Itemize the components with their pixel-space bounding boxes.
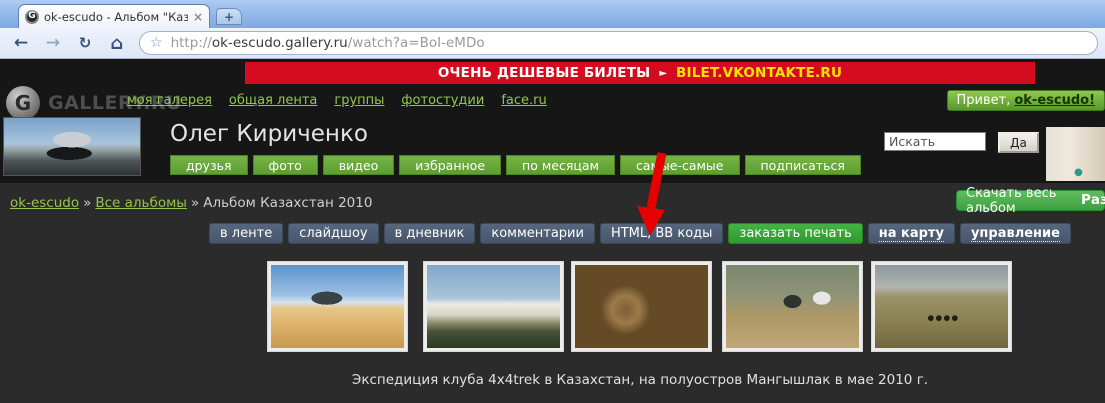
- bookmark-star-icon[interactable]: ☆: [150, 35, 163, 51]
- ad-pointer-icon: ►: [659, 68, 667, 79]
- profile-tab-subscribe[interactable]: подписаться: [745, 155, 861, 175]
- action-manage-button[interactable]: управление: [960, 223, 1071, 244]
- greeting-prefix: Привет,: [957, 93, 1011, 108]
- action-order-print-button[interactable]: заказать печать: [728, 223, 862, 244]
- thumbnail-image: [726, 265, 859, 348]
- tab-close-icon[interactable]: ×: [193, 10, 203, 24]
- sidebar-ad-image[interactable]: [1046, 127, 1105, 181]
- url-domain: ok-escudo.gallery.ru: [212, 35, 348, 51]
- breadcrumb: ok-escudo»Все альбомы»Альбом Казахстан 2…: [10, 195, 372, 211]
- thumbnail-image: [427, 265, 560, 348]
- tab-title: ok-escudo - Альбом "Каза...: [44, 10, 188, 24]
- window-frame: G ok-escudo - Альбом "Каза... × +: [0, 0, 1105, 28]
- breadcrumb-separator: »: [83, 195, 91, 211]
- url-bar[interactable]: ☆ http://ok-escudo.gallery.ru/watch?a=Bo…: [139, 31, 1098, 55]
- url-path: /watch?a=BoI-eMDo: [348, 35, 485, 51]
- thumbnail-suv-on-sand-dune[interactable]: [267, 261, 408, 352]
- search-box: Да: [884, 132, 1039, 153]
- thumbnail-image: [575, 265, 708, 348]
- site-header: G GALLERY.RU моя галерея общая лента гру…: [0, 84, 1105, 117]
- browser-toolbar: ← → ↻ ⌂ ☆ http://ok-escudo.gallery.ru/wa…: [0, 28, 1105, 59]
- action-in-feed-button[interactable]: в ленте: [209, 223, 283, 244]
- action-to-map-button[interactable]: на карту: [868, 223, 955, 244]
- breadcrumb-separator: »: [191, 195, 199, 211]
- thumbnail-round-stone-concretions[interactable]: [571, 261, 712, 352]
- profile-tab-video[interactable]: видео: [323, 155, 394, 175]
- red-annotation-arrow-icon: [630, 150, 674, 238]
- profile-tab-favorites[interactable]: избранное: [399, 155, 501, 175]
- breadcrumb-albums-link[interactable]: Все альбомы: [95, 195, 187, 211]
- nav-link-my-gallery[interactable]: моя галерея: [127, 93, 212, 108]
- url-scheme: http://: [171, 35, 212, 51]
- action-manage-label: управление: [971, 226, 1060, 242]
- action-to-map-label: на карту: [879, 226, 944, 242]
- share-label-truncated[interactable]: Разм: [1081, 192, 1105, 208]
- nav-link-common-feed[interactable]: общая лента: [229, 93, 317, 108]
- thumbnail-white-mesa-mountain[interactable]: [423, 261, 564, 352]
- gallery-logo-icon: G: [6, 86, 40, 120]
- album-caption: Экспедиция клуба 4x4trek в Казахстан, на…: [175, 372, 1105, 388]
- ad-banner-text: ОЧЕНЬ ДЕШЕВЫЕ БИЛЕТЫ: [438, 65, 650, 81]
- url-text[interactable]: http://ok-escudo.gallery.ru/watch?a=BoI-…: [171, 35, 485, 51]
- new-tab-button[interactable]: +: [216, 8, 242, 25]
- greeting-button[interactable]: Привет, ok-escudo!: [947, 90, 1105, 111]
- action-slideshow-button[interactable]: слайдшоу: [288, 223, 378, 244]
- ad-banner-link[interactable]: BILET.VKONTAKTE.RU: [676, 65, 842, 81]
- thumbnail-image: [271, 265, 404, 348]
- profile-tab-friends[interactable]: друзья: [170, 155, 248, 175]
- greeting-username-link[interactable]: ok-escudo!: [1014, 93, 1095, 108]
- album-content: ok-escudo»Все альбомы»Альбом Казахстан 2…: [0, 183, 1105, 403]
- browser-window: G ok-escudo - Альбом "Каза... × + ← → ↻ …: [0, 0, 1105, 403]
- thumbnail-jeeps-on-rocky-trail[interactable]: [722, 261, 863, 352]
- gallery-page: ОЧЕНЬ ДЕШЕВЫЕ БИЛЕТЫ ► BILET.VKONTAKTE.R…: [0, 59, 1105, 403]
- user-name: Олег Кириченко: [170, 121, 368, 147]
- site-favicon: G: [25, 10, 39, 24]
- nav-link-photostudios[interactable]: фотостудии: [401, 93, 484, 108]
- nav-link-groups[interactable]: группы: [334, 93, 384, 108]
- breadcrumb-user-link[interactable]: ok-escudo: [10, 195, 79, 211]
- search-input[interactable]: [884, 132, 986, 151]
- action-comments-button[interactable]: комментарии: [480, 223, 595, 244]
- profile-section: Олег Кириченко друзья фото видео избранн…: [0, 117, 1105, 183]
- home-icon[interactable]: ⌂: [103, 31, 131, 55]
- header-nav: моя галерея общая лента группы фотостуди…: [127, 93, 547, 108]
- search-submit-button[interactable]: Да: [998, 132, 1039, 153]
- ad-banner[interactable]: ОЧЕНЬ ДЕШЕВЫЕ БИЛЕТЫ ► BILET.VKONTAKTE.R…: [245, 62, 1035, 84]
- profile-tab-by-month[interactable]: по месяцам: [506, 155, 615, 175]
- thumbnail-steppe-panorama-with-cars[interactable]: [871, 261, 1012, 352]
- profile-nav: друзья фото видео избранное по месяцам с…: [170, 155, 861, 175]
- nav-link-face-ru[interactable]: face.ru: [501, 93, 546, 108]
- forward-icon[interactable]: →: [39, 31, 67, 55]
- thumbnail-image: [875, 265, 1008, 348]
- user-avatar[interactable]: [3, 117, 141, 176]
- browser-tab[interactable]: G ok-escudo - Альбом "Каза... ×: [18, 4, 210, 28]
- profile-tab-photo[interactable]: фото: [253, 155, 318, 175]
- breadcrumb-current-album: Альбом Казахстан 2010: [203, 195, 372, 211]
- action-to-diary-button[interactable]: в дневник: [384, 223, 476, 244]
- back-icon[interactable]: ←: [7, 31, 35, 55]
- reload-icon[interactable]: ↻: [71, 31, 99, 55]
